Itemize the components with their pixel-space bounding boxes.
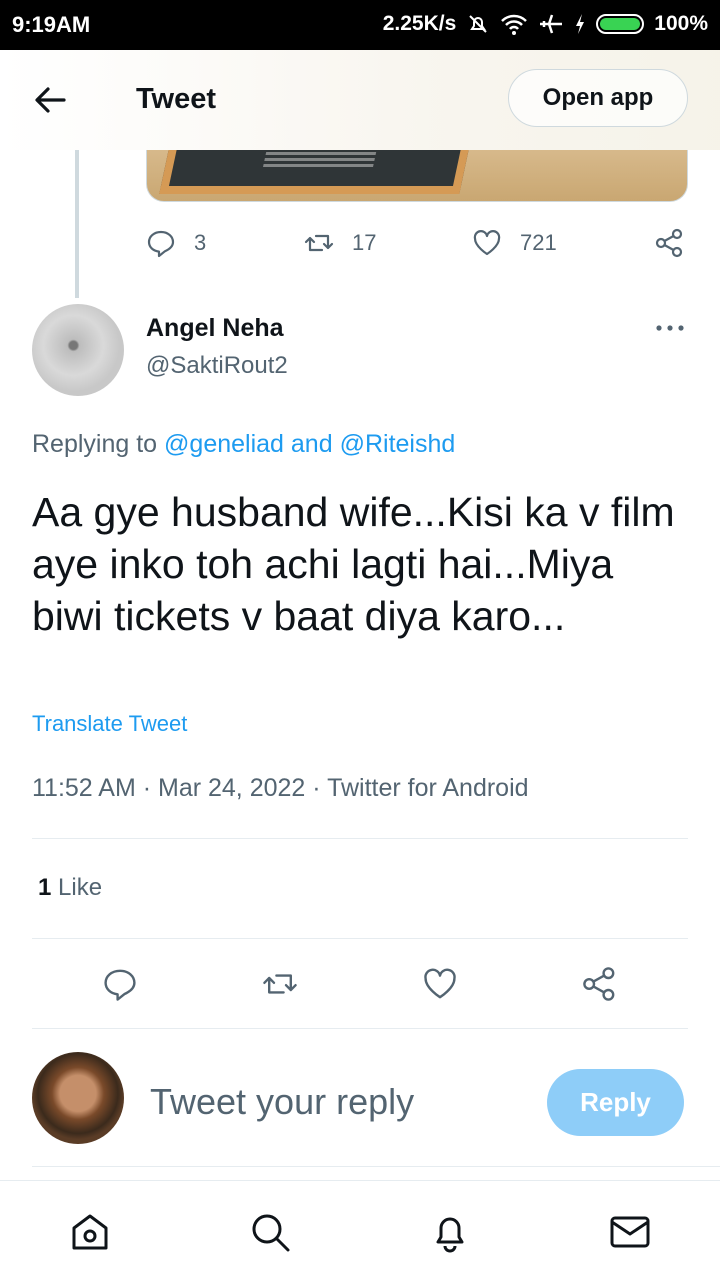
mention-geneliad[interactable]: @geneliad — [164, 430, 284, 458]
retweet-icon — [304, 234, 334, 252]
tweet-text: Aa gye husband wife...Kisi ka v film aye… — [32, 489, 675, 639]
user-avatar — [32, 1052, 124, 1144]
reply-input[interactable]: Tweet your reply — [150, 1081, 414, 1123]
tweet-media-image[interactable] — [146, 150, 688, 202]
heart-icon[interactable] — [422, 966, 458, 1002]
mail-icon[interactable] — [608, 1210, 652, 1254]
mute-bell-icon — [469, 15, 487, 33]
divider — [32, 938, 688, 939]
likes-summary[interactable]: 1 Like — [38, 874, 102, 902]
home-icon[interactable] — [68, 1210, 112, 1254]
share-icon[interactable] — [582, 966, 618, 1002]
reply-count: 3 — [194, 230, 207, 255]
divider — [32, 1166, 720, 1167]
divider — [32, 838, 688, 839]
like-count: 721 — [520, 230, 557, 255]
airplane-icon — [540, 14, 563, 34]
divider — [32, 1028, 688, 1029]
translate-tweet-link[interactable]: Translate Tweet — [32, 711, 187, 737]
open-app-button[interactable]: Open app — [508, 69, 688, 127]
replying-and[interactable]: and — [291, 430, 333, 458]
status-bar: 9:19AM 2.25K/s 100% — [0, 0, 720, 50]
page-title: Tweet — [136, 83, 217, 115]
chalkboard-graphic — [159, 150, 471, 194]
replying-to: Replying to @geneliad and @Riteishd — [32, 430, 455, 459]
retweet-count: 17 — [352, 230, 377, 255]
likes-label: Like — [58, 874, 103, 901]
bell-icon[interactable] — [428, 1210, 472, 1254]
share-icon[interactable] — [655, 228, 685, 258]
parent-like-action[interactable]: 721 — [472, 228, 557, 258]
heart-icon — [473, 230, 501, 256]
arrow-left-icon[interactable] — [30, 80, 70, 120]
status-indicators: 2.25K/s 100% — [383, 12, 708, 36]
replying-prefix: Replying to — [32, 430, 158, 458]
author-name[interactable]: Angel Neha — [146, 314, 284, 343]
author-avatar[interactable] — [32, 304, 124, 396]
parent-retweet-action[interactable]: 17 — [304, 228, 376, 258]
charging-icon — [576, 14, 585, 34]
author-handle[interactable]: @SaktiRout2 — [146, 352, 288, 380]
battery-percent: 100% — [654, 12, 708, 35]
search-icon[interactable] — [248, 1210, 292, 1254]
more-dots-icon[interactable] — [654, 316, 686, 340]
battery-icon — [596, 14, 645, 34]
network-speed: 2.25K/s — [382, 12, 457, 35]
status-time: 9:19AM — [12, 12, 91, 37]
parent-reply-action[interactable]: 3 — [146, 228, 206, 258]
reply-icon[interactable] — [102, 966, 138, 1002]
wifi-icon — [501, 14, 528, 35]
thread-line — [75, 150, 79, 298]
reply-icon — [147, 230, 175, 258]
retweet-icon[interactable] — [262, 966, 298, 1002]
tweet-metadata: 11:52 AM · Mar 24, 2022 · Twitter for An… — [32, 774, 529, 802]
reply-button[interactable]: Reply — [547, 1069, 684, 1136]
mention-riteishd[interactable]: @Riteishd — [340, 430, 456, 458]
likes-count: 1 — [38, 874, 52, 901]
